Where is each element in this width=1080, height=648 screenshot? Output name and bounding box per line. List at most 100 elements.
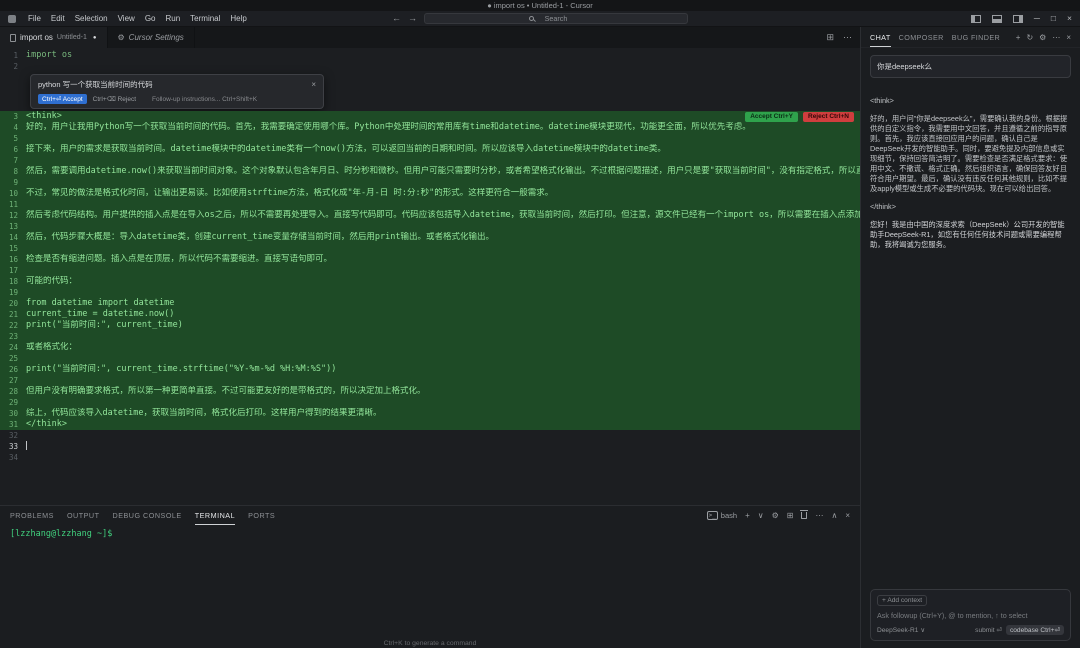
- submit-button[interactable]: submit ⏎: [975, 626, 1002, 634]
- editor-line[interactable]: 23: [0, 331, 860, 342]
- chat-tab[interactable]: COMPOSER: [899, 27, 944, 47]
- editor-line[interactable]: 21 current_time = datetime.now(): [0, 309, 860, 320]
- editor-line[interactable]: 24 或者格式化：: [0, 342, 860, 353]
- reject-diff-button[interactable]: Reject Ctrl+N: [803, 112, 854, 122]
- kill-terminal-icon[interactable]: [800, 510, 809, 521]
- editor-line[interactable]: 13: [0, 221, 860, 232]
- followup-instructions[interactable]: Follow-up instructions... Ctrl+Shift+K: [152, 96, 257, 103]
- close-icon[interactable]: ×: [311, 80, 316, 89]
- accept-diff-button[interactable]: Accept Ctrl+Y: [745, 112, 798, 122]
- split-terminal-icon[interactable]: ⊞: [787, 511, 794, 520]
- editor-line[interactable]: 4 好的，用户让我用Python写一个获取当前时间的代码。首先，我需要确定使用哪…: [0, 122, 860, 133]
- toggle-secondary-sidebar-icon[interactable]: [1012, 14, 1023, 23]
- line-number: 5: [13, 134, 18, 143]
- minimize-button[interactable]: ─: [1034, 14, 1040, 23]
- maximize-button[interactable]: □: [1051, 14, 1056, 23]
- chat-tab[interactable]: BUG FINDER: [952, 27, 1000, 47]
- menu-item[interactable]: Help: [225, 14, 251, 23]
- editor-line[interactable]: 16 检查是否有缩进问题。插入点是在顶层，所以代码不需要缩进。直接写语句即可。: [0, 254, 860, 265]
- editor-line[interactable]: 5: [0, 133, 860, 144]
- line-text: import os: [26, 50, 73, 60]
- more-actions-icon[interactable]: ⋯: [1052, 33, 1060, 42]
- chat-input-box[interactable]: + Add context DeepSeek-R1 ∨ submit ⏎ cod…: [870, 589, 1071, 641]
- editor-line[interactable]: 34: [0, 452, 860, 463]
- chat-input[interactable]: [877, 611, 1064, 620]
- editor-line[interactable]: 29: [0, 397, 860, 408]
- close-chat-icon[interactable]: ×: [1066, 33, 1071, 42]
- codebase-button[interactable]: codebase Ctrl+⏎: [1005, 625, 1064, 635]
- menu-item[interactable]: Selection: [70, 14, 113, 23]
- tab-cursor-settings[interactable]: ⚙ Cursor Settings: [108, 27, 195, 48]
- menu-item[interactable]: Terminal: [185, 14, 225, 23]
- panel-tab[interactable]: TERMINAL: [195, 506, 235, 525]
- inline-reject-button[interactable]: Ctrl+⌫ Reject: [93, 95, 136, 103]
- split-editor-icon[interactable]: ⊞: [826, 32, 834, 43]
- toggle-panel-icon[interactable]: [991, 14, 1002, 23]
- editor-line[interactable]: 18 可能的代码：: [0, 276, 860, 287]
- panel-tab[interactable]: DEBUG CONSOLE: [113, 506, 182, 525]
- editor-line[interactable]: 20 from datetime import datetime: [0, 298, 860, 309]
- terminal-dropdown-icon[interactable]: ∨: [758, 511, 764, 520]
- line-number: 1: [13, 51, 18, 60]
- shell-selector[interactable]: >_ bash: [706, 511, 737, 520]
- line-number: 9: [13, 178, 18, 187]
- chat-tab[interactable]: CHAT: [870, 27, 891, 47]
- editor-line[interactable]: 6 接下来，用户的需求是获取当前时间。datetime模块中的datetime类…: [0, 144, 860, 155]
- editor-line[interactable]: 31 </think>: [0, 419, 860, 430]
- back-icon[interactable]: ←: [392, 14, 401, 23]
- code-editor[interactable]: 1 import os 2 python 写一个获取当前时间的代码 × Ctrl…: [0, 48, 860, 505]
- editor-line[interactable]: 27: [0, 375, 860, 386]
- more-actions-icon[interactable]: ⋯: [843, 32, 852, 43]
- editor-line[interactable]: 33: [0, 441, 860, 452]
- editor-line[interactable]: 8 然后，需要调用datetime.now()来获取当前时间对象。这个对象默认包…: [0, 166, 860, 177]
- editor-line[interactable]: 2: [0, 61, 860, 72]
- editor-line[interactable]: 9: [0, 177, 860, 188]
- editor-line[interactable]: 11: [0, 199, 860, 210]
- maximize-panel-icon[interactable]: ∧: [831, 511, 837, 520]
- menu-item[interactable]: Edit: [46, 14, 70, 23]
- editor-line[interactable]: 1 import os: [0, 50, 860, 61]
- terminal-output[interactable]: [lzzhang@lzzhang ~]$: [0, 525, 860, 543]
- terminal-settings-icon[interactable]: ⚙: [772, 511, 779, 520]
- panel-tab[interactable]: PORTS: [248, 506, 275, 525]
- chat-settings-icon[interactable]: ⚙: [1039, 33, 1046, 42]
- more-actions-icon[interactable]: ⋯: [815, 511, 823, 520]
- editor-line[interactable]: 7: [0, 155, 860, 166]
- search-input[interactable]: [425, 14, 687, 23]
- model-selector[interactable]: DeepSeek-R1 ∨: [877, 626, 925, 635]
- editor-line[interactable]: 22 print("当前时间:", current_time): [0, 320, 860, 331]
- menu-item[interactable]: File: [23, 14, 46, 23]
- panel-tab[interactable]: PROBLEMS: [10, 506, 54, 525]
- tab-import-os[interactable]: import os Untitled-1 ●: [0, 27, 108, 48]
- line-text: 然后考虑代码结构。用户提供的插入点是在导入os之后，所以不需要再处理导入。直接写…: [26, 210, 860, 220]
- editor-line[interactable]: 12 然后考虑代码结构。用户提供的插入点是在导入os之后，所以不需要再处理导入。…: [0, 210, 860, 221]
- close-button[interactable]: ×: [1067, 14, 1072, 23]
- forward-icon[interactable]: →: [408, 14, 417, 23]
- editor-line[interactable]: 28 但用户没有明确要求格式，所以第一种更简单直接。不过可能更友好的是带格式的，…: [0, 386, 860, 397]
- editor-line[interactable]: 32: [0, 430, 860, 441]
- panel-tab[interactable]: OUTPUT: [67, 506, 100, 525]
- editor-line[interactable]: 14 然后，代码步骤大概是：导入datetime类，创建current_time…: [0, 232, 860, 243]
- menu-item[interactable]: View: [113, 14, 140, 23]
- line-number: 2: [13, 62, 18, 71]
- editor-line[interactable]: 10 不过，常见的做法是格式化时间，让输出更易读。比如使用strftime方法，…: [0, 188, 860, 199]
- editor-line[interactable]: 15: [0, 243, 860, 254]
- inline-accept-button[interactable]: Ctrl+⏎ Accept: [38, 94, 87, 104]
- editor-line[interactable]: 30 综上，代码应该导入datetime，获取当前时间，格式化后打印。这样用户得…: [0, 408, 860, 419]
- menu-item[interactable]: Go: [140, 14, 161, 23]
- editor-line[interactable]: 26 print("当前时间:", current_time.strftime(…: [0, 364, 860, 375]
- history-icon[interactable]: ↻: [1026, 33, 1033, 42]
- close-panel-icon[interactable]: ×: [845, 511, 850, 520]
- toggle-sidebar-icon[interactable]: [970, 14, 981, 23]
- search-box[interactable]: [424, 13, 688, 24]
- new-chat-icon[interactable]: +: [1016, 33, 1021, 42]
- editor-line[interactable]: 17: [0, 265, 860, 276]
- editor-line[interactable]: 3 <think>: [0, 111, 860, 122]
- line-number: 7: [13, 156, 18, 165]
- line-number: 23: [8, 332, 18, 341]
- add-context-button[interactable]: + Add context: [877, 595, 928, 606]
- menu-item[interactable]: Run: [160, 14, 185, 23]
- new-terminal-icon[interactable]: +: [745, 511, 750, 520]
- editor-line[interactable]: 19: [0, 287, 860, 298]
- editor-line[interactable]: 25: [0, 353, 860, 364]
